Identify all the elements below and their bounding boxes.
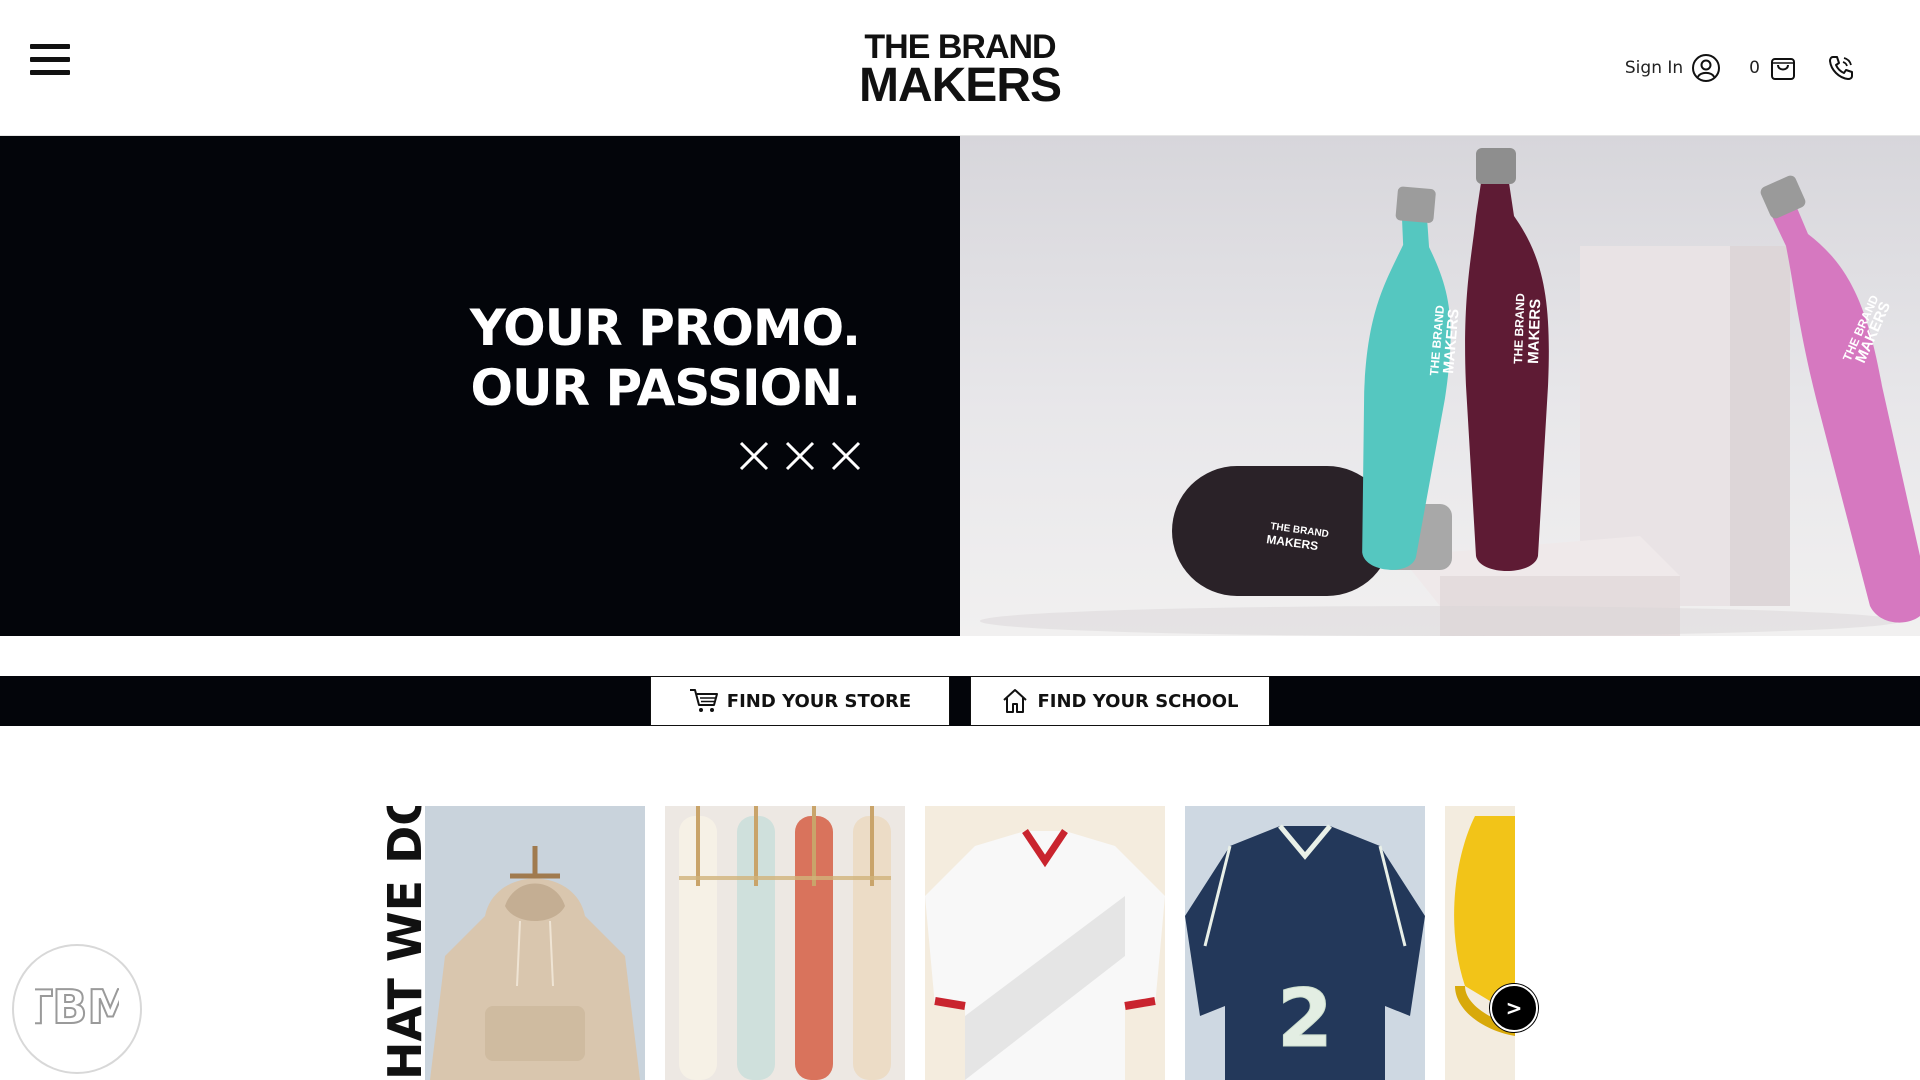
carousel-next-label: >: [1505, 996, 1523, 1020]
find-your-store-label: FIND YOUR STORE: [726, 690, 912, 712]
carousel-card-hoodie[interactable]: [425, 806, 645, 1080]
carousel-next-button[interactable]: >: [1490, 984, 1538, 1032]
hero-headline-line-2: OUR PASSION.: [470, 359, 862, 417]
maroon-bottle-brand-line-2: MAKERS: [1525, 299, 1544, 365]
hero-text-panel: YOUR PROMO. OUR PASSION.: [0, 136, 960, 636]
hero-banner: YOUR PROMO. OUR PASSION. THE BRAND MAKER…: [0, 136, 1920, 636]
carousel-card-hard-hat[interactable]: [1445, 806, 1515, 1080]
hero-headline: YOUR PROMO. OUR PASSION.: [469, 298, 862, 418]
white-jersey-image: [925, 806, 1165, 1080]
find-bar: FIND YOUR STORE FIND YOUR SCHOOL: [0, 676, 1920, 726]
sign-in-link[interactable]: Sign In: [1625, 53, 1721, 83]
what-we-do-carousel: 2: [0, 806, 1920, 1080]
tbm-monogram-icon: TBM: [35, 979, 119, 1035]
hoodie-image: [425, 806, 645, 1080]
user-circle-icon: [1692, 54, 1721, 82]
pens-image: [665, 806, 905, 1080]
carousel-card-navy-jersey[interactable]: 2: [1185, 806, 1425, 1080]
find-your-store-button[interactable]: FIND YOUR STORE: [650, 676, 950, 726]
carousel-card-pens[interactable]: [665, 806, 905, 1080]
tbm-floating-badge[interactable]: TBM: [12, 944, 142, 1074]
shopping-bag-icon: [1771, 58, 1795, 80]
tbm-monogram-text: TBM: [35, 980, 119, 1034]
find-your-school-button[interactable]: FIND YOUR SCHOOL: [970, 676, 1270, 726]
cart-icon: [689, 689, 718, 712]
navy-jersey-number: 2: [1277, 972, 1333, 1065]
navy-jersey-image: 2: [1185, 806, 1425, 1080]
logo-line-2: MAKERS: [858, 59, 1062, 112]
brand-logo[interactable]: THE BRAND MAKERS: [848, 30, 1072, 110]
hard-hat-image: [1445, 806, 1515, 1080]
phone-icon: [1829, 56, 1853, 80]
cart-count: 0: [1749, 58, 1760, 78]
hero-product-image: THE BRAND MAKERS THE BRAND MAKERS THE BR…: [960, 136, 1920, 636]
site-header: THE BRAND MAKERS Sign In 0: [0, 0, 1920, 136]
carousel-card-white-jersey[interactable]: [925, 806, 1165, 1080]
header-actions: Sign In 0: [1625, 50, 1856, 86]
hero-headline-line-1: YOUR PROMO.: [469, 299, 861, 357]
sign-in-label: Sign In: [1624, 58, 1684, 78]
cart-link[interactable]: 0: [1749, 53, 1798, 83]
find-your-school-label: FIND YOUR SCHOOL: [1037, 690, 1239, 712]
house-icon: [1003, 689, 1028, 713]
hamburger-menu-icon[interactable]: [30, 44, 70, 84]
maroon-bottle: THE BRAND MAKERS: [1465, 148, 1549, 571]
phone-link[interactable]: [1826, 53, 1856, 83]
x-marks-icon: [738, 440, 862, 472]
